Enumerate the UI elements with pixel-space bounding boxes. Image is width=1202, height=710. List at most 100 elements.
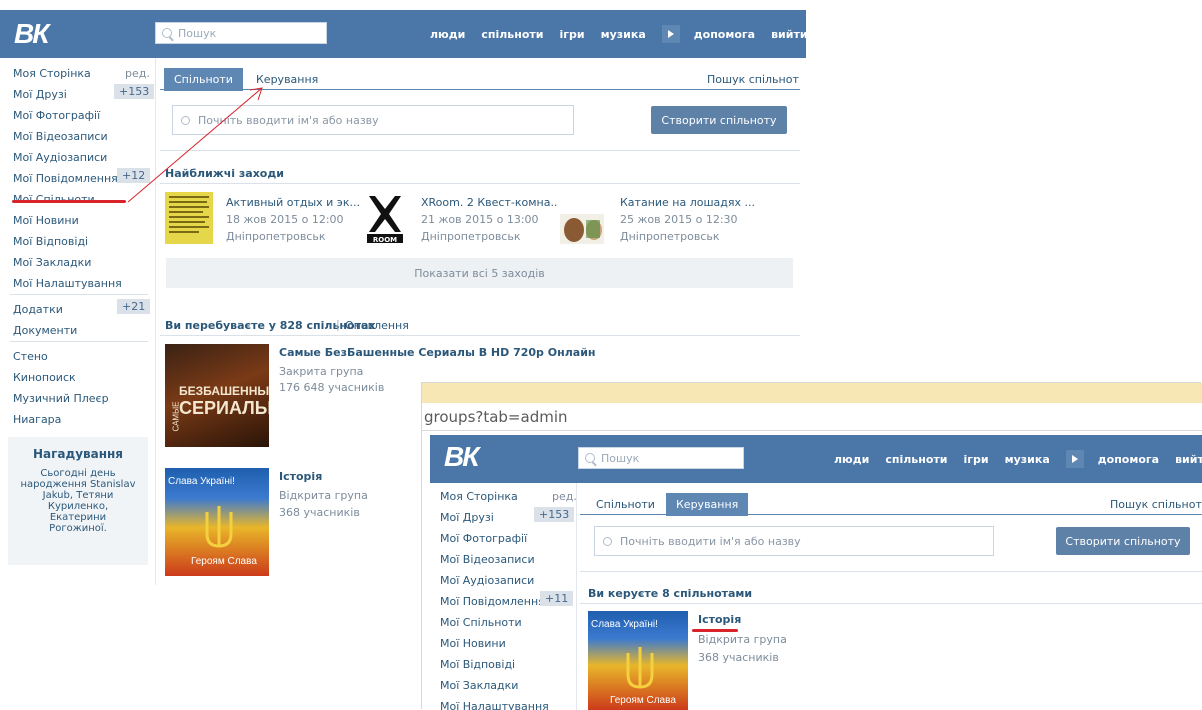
sidebar-item-videos[interactable]: Мої Відеозаписи xyxy=(13,130,108,143)
event-1-date: 18 жов 2015 о 12:00 xyxy=(226,213,344,226)
search-icon xyxy=(181,115,190,125)
tab-communities[interactable]: Спільноти xyxy=(586,493,665,516)
group-type: Відкрита група xyxy=(698,633,787,646)
group-1-type: Закрита група xyxy=(279,365,364,378)
updates-link[interactable]: Оновлення xyxy=(345,319,409,332)
nav-music[interactable]: музика xyxy=(1005,453,1050,466)
create-community-button[interactable]: Створити спільноту xyxy=(1056,527,1190,555)
sidebar-item-my-page[interactable]: Моя Сторінка xyxy=(13,67,91,80)
sidebar-item-bookmarks[interactable]: Мої Закладки xyxy=(13,256,91,269)
group-avatar[interactable]: Слава Україні! Героям Слава xyxy=(588,611,688,710)
sidebar-item-replies[interactable]: Мої Відповіді xyxy=(440,658,515,671)
vk-logo[interactable]: ВК xyxy=(14,18,49,50)
sidebar-app-kinopoisk[interactable]: Кинопоиск xyxy=(13,371,76,384)
sidebar-item-settings[interactable]: Мої Налаштування xyxy=(440,700,549,710)
sidebar-item-settings[interactable]: Мої Налаштування xyxy=(13,277,122,290)
community-search-input[interactable]: Почніть вводити ім'я або назву xyxy=(172,105,574,135)
reminder-title: Нагадування xyxy=(33,447,123,461)
search-communities-link[interactable]: Пошук спільнот xyxy=(707,73,799,86)
reminder-text: Сьогодні день народження Stanislav Jakub… xyxy=(8,468,148,534)
trident-icon xyxy=(205,506,233,548)
vk-logo[interactable]: ВК xyxy=(444,441,479,473)
sidebar-item-apps[interactable]: Додатки xyxy=(13,303,63,316)
nav-games[interactable]: ігри xyxy=(560,28,585,41)
sidebar-edit-link[interactable]: ред. xyxy=(125,67,150,80)
sidebar-app-steno[interactable]: Стено xyxy=(13,350,48,363)
group-1-name[interactable]: Самые БезБашенные Сериалы В HD 720p Онла… xyxy=(279,346,596,359)
search-placeholder: Пошук xyxy=(601,451,640,465)
sidebar-item-photos[interactable]: Мої Фотографії xyxy=(440,532,527,545)
event-1-name[interactable]: Активный отдых и эк... xyxy=(226,196,360,209)
sidebar-item-docs[interactable]: Документи xyxy=(13,324,77,337)
event-3-name[interactable]: Катание на лошадях ... xyxy=(620,196,755,209)
reminder-line[interactable]: Екатерини xyxy=(8,512,148,523)
group-members[interactable]: 368 учасників xyxy=(698,651,779,664)
group-name[interactable]: Історія xyxy=(698,613,741,626)
sidebar-app-niagara[interactable]: Ниагара xyxy=(13,413,61,426)
reminder-line[interactable]: Куриленко, xyxy=(8,501,148,512)
group-2-avatar[interactable]: Слава Україні! Героям Слава xyxy=(165,468,269,576)
group-2-name[interactable]: Історія xyxy=(279,470,322,483)
nav-people[interactable]: люди xyxy=(834,453,869,466)
messages-badge[interactable]: +11 xyxy=(540,591,574,606)
event-image-3[interactable] xyxy=(558,192,606,244)
search-input[interactable]: Пошук xyxy=(155,22,327,44)
event-image-1[interactable] xyxy=(165,192,213,244)
sidebar-item-communities[interactable]: Мої Спільноти xyxy=(440,616,522,629)
sidebar-item-friends[interactable]: Мої Друзі xyxy=(13,88,67,101)
address-bar[interactable]: groups?tab=admin xyxy=(422,403,1202,431)
tab-communities[interactable]: Спільноти xyxy=(164,68,243,91)
sidebar-item-friends[interactable]: Мої Друзі xyxy=(440,511,494,524)
play-icon[interactable] xyxy=(1065,450,1084,468)
nav-logout[interactable]: вийти xyxy=(771,28,806,41)
group-1-members[interactable]: 176 648 учасників xyxy=(279,381,384,394)
nav-communities[interactable]: спільноти xyxy=(481,28,543,41)
messages-badge[interactable]: +12 xyxy=(117,168,151,183)
event-1-city: Дніпропетровськ xyxy=(226,230,326,243)
nav-logout[interactable]: вийти xyxy=(1175,453,1202,466)
sidebar-item-messages[interactable]: Мої Повідомлення xyxy=(440,595,545,608)
sidebar-item-videos[interactable]: Мої Відеозаписи xyxy=(440,553,535,566)
sidebar-item-audio[interactable]: Мої Аудіозаписи xyxy=(440,574,534,587)
nav-help[interactable]: допомога xyxy=(1098,453,1159,466)
reminder-line[interactable]: народження Stanislav xyxy=(8,479,148,490)
tab-manage[interactable]: Керування xyxy=(666,493,749,516)
nav-music[interactable]: музика xyxy=(601,28,646,41)
sidebar-item-my-page[interactable]: Моя Сторінка xyxy=(440,490,518,503)
create-community-button[interactable]: Створити спільноту xyxy=(651,106,787,134)
tab-manage[interactable]: Керування xyxy=(246,68,328,91)
tabs-divider xyxy=(160,89,800,90)
show-all-events-button[interactable]: Показати всі 5 заходів xyxy=(166,258,793,288)
reminder-line[interactable]: Jakub, Тетяни xyxy=(8,490,148,501)
sidebar-edit-link[interactable]: ред. xyxy=(552,490,577,503)
event-2-name[interactable]: XRoom. 2 Квест-комна... xyxy=(421,196,561,209)
sidebar-item-news[interactable]: Мої Новини xyxy=(13,214,79,227)
nav-people[interactable]: люди xyxy=(430,28,465,41)
search-communities-link[interactable]: Пошук спільнот xyxy=(1110,498,1202,511)
event-image-2[interactable]: ROOM xyxy=(361,192,409,244)
sidebar-item-messages[interactable]: Мої Повідомлення xyxy=(13,172,118,185)
reminder-line[interactable]: Рогожиної. xyxy=(8,523,148,534)
title-separator: | xyxy=(336,318,340,331)
sidebar-item-replies[interactable]: Мої Відповіді xyxy=(13,235,88,248)
friends-badge[interactable]: +153 xyxy=(114,84,155,99)
sidebar-app-music-player[interactable]: Музичний Плеєр xyxy=(13,392,109,405)
search-input[interactable]: Пошук xyxy=(578,447,744,469)
sidebar-divider-2 xyxy=(10,341,148,342)
sidebar-item-bookmarks[interactable]: Мої Закладки xyxy=(440,679,518,692)
apps-badge[interactable]: +21 xyxy=(117,299,151,314)
sidebar-item-photos[interactable]: Мої Фотографії xyxy=(13,109,100,122)
search-icon xyxy=(603,536,612,546)
nav-help[interactable]: допомога xyxy=(694,28,755,41)
group-2-members[interactable]: 368 учасників xyxy=(279,506,360,519)
friends-badge[interactable]: +153 xyxy=(534,507,575,522)
events-divider xyxy=(160,183,800,184)
nav-communities[interactable]: спільноти xyxy=(885,453,947,466)
group-1-avatar[interactable]: БЕЗБАШЕННЫЕ СЕРИАЛЫ САМЫЕ xyxy=(165,344,269,447)
group-2-avatar-text: Слава Україні! xyxy=(168,476,235,487)
play-icon[interactable] xyxy=(661,25,680,43)
nav-games[interactable]: ігри xyxy=(964,453,989,466)
community-search-input[interactable]: Почніть вводити ім'я або назву xyxy=(594,526,994,556)
sidebar-item-news[interactable]: Мої Новини xyxy=(440,637,506,650)
sidebar-item-audio[interactable]: Мої Аудіозаписи xyxy=(13,151,107,164)
